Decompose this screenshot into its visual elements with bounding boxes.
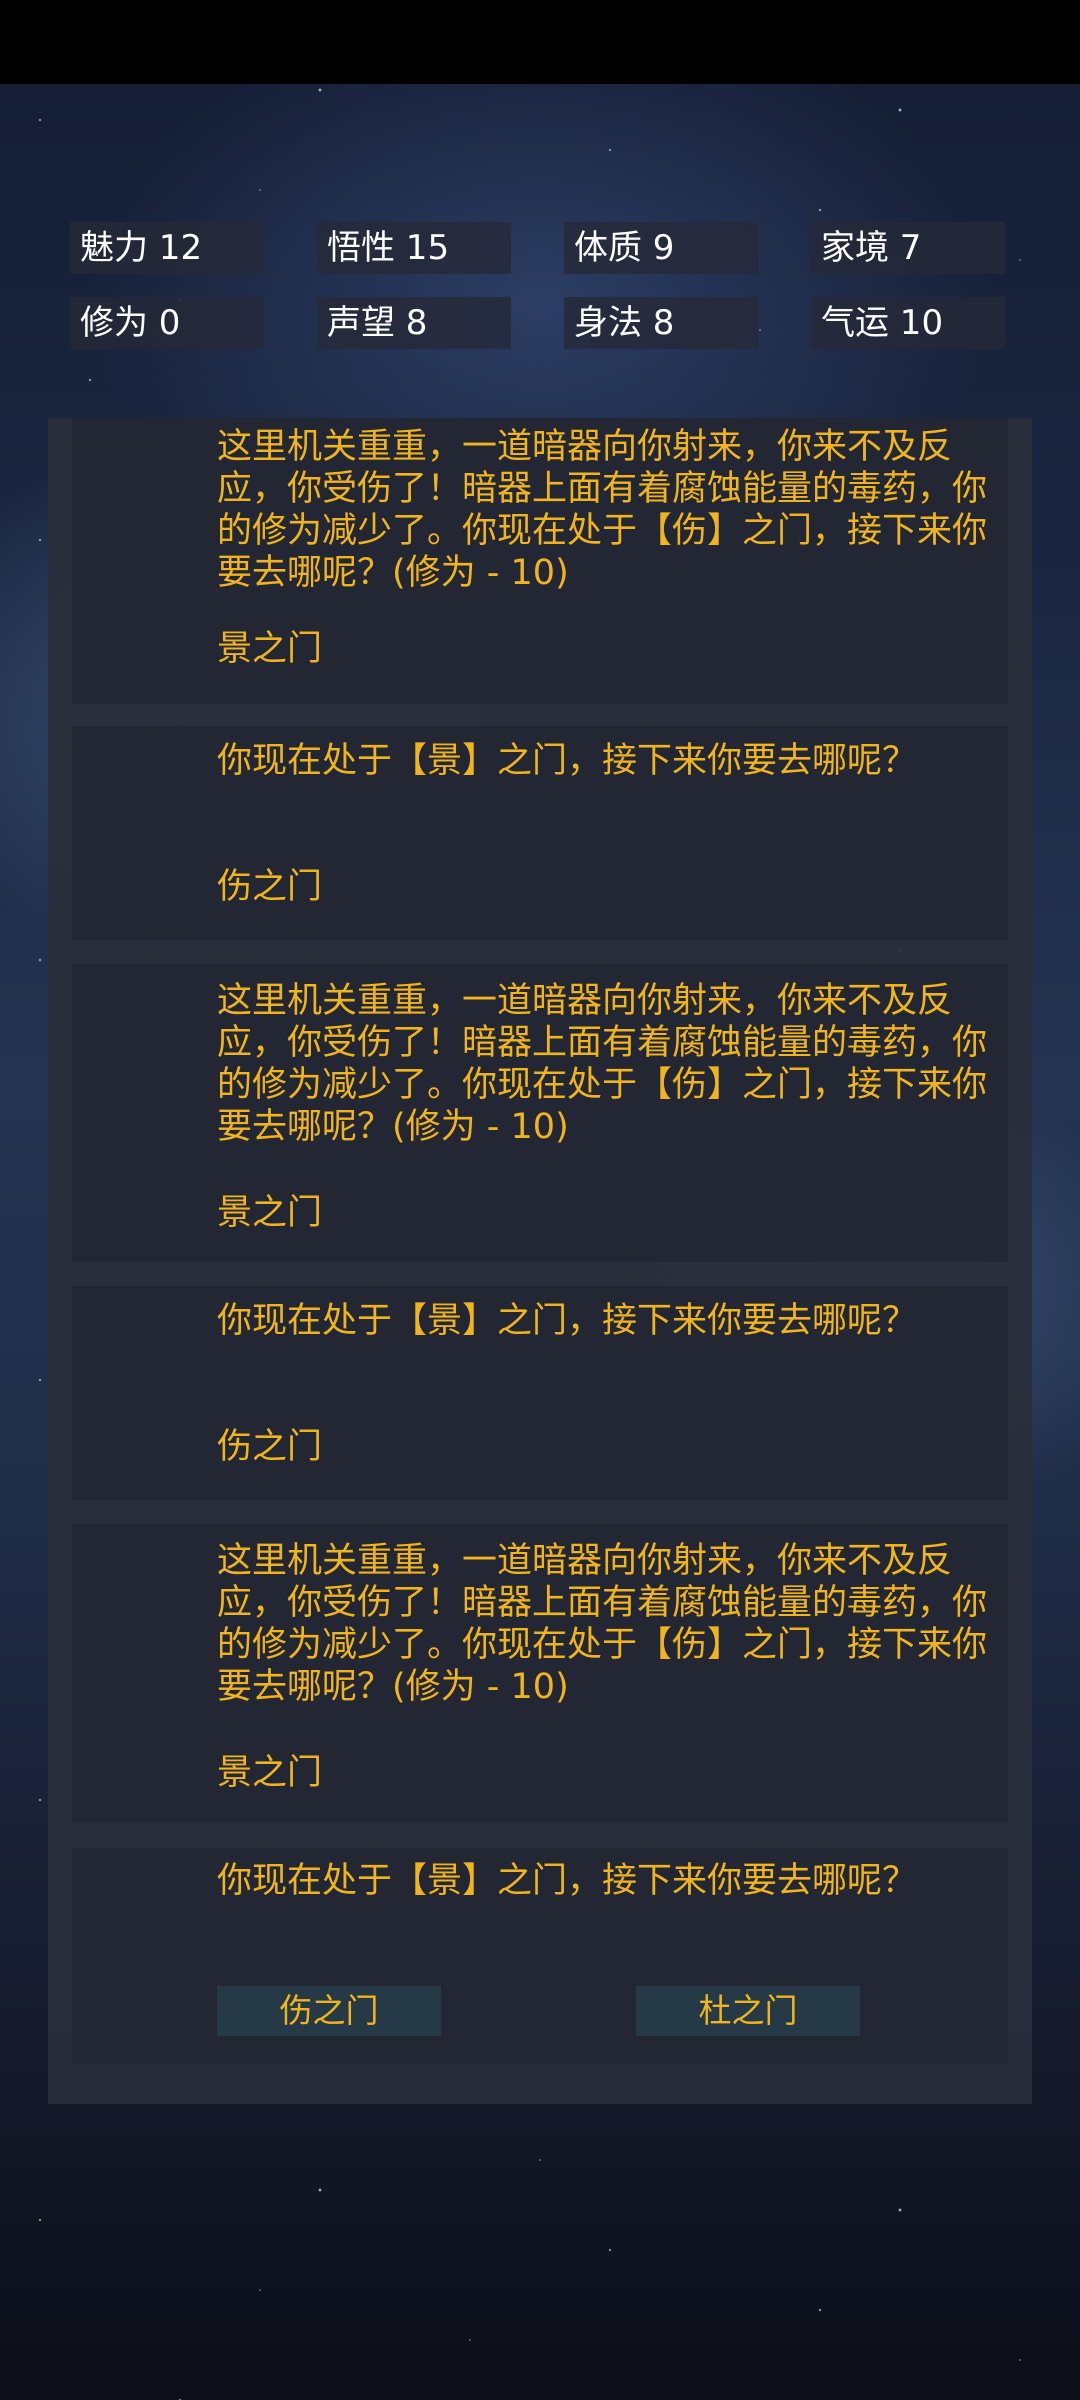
log-entry-text: 这里机关重重，一道暗器向你射来，你来不及反应，你受伤了！暗器上面有着腐蚀能量的毒…	[217, 427, 988, 593]
log-entry-choice: 景之门	[217, 1753, 323, 1793]
log-entry: 你现在处于【景】之门，接下来你要去哪呢？ 伤之门	[72, 1286, 1008, 1500]
log-entry-text: 这里机关重重，一道暗器向你射来，你来不及反应，你受伤了！暗器上面有着腐蚀能量的毒…	[217, 981, 988, 1147]
stat-reputation: 声望 8	[317, 297, 511, 349]
log-entry-choice: 伤之门	[217, 867, 323, 907]
log-entry-choice: 景之门	[217, 629, 323, 669]
log-entry-text: 你现在处于【景】之门，接下来你要去哪呢？	[217, 741, 918, 781]
stat-family: 家境 7	[811, 222, 1005, 274]
log-entry: 你现在处于【景】之门，接下来你要去哪呢？ 伤之门	[72, 726, 1008, 940]
choice-button-shang[interactable]: 伤之门	[217, 1986, 441, 2036]
log-entry: 这里机关重重，一道暗器向你射来，你来不及反应，你受伤了！暗器上面有着腐蚀能量的毒…	[72, 418, 1008, 704]
event-log-panel[interactable]: 这里机关重重，一道暗器向你射来，你来不及反应，你受伤了！暗器上面有着腐蚀能量的毒…	[48, 418, 1032, 2104]
log-entry: 这里机关重重，一道暗器向你射来，你来不及反应，你受伤了！暗器上面有着腐蚀能量的毒…	[72, 1524, 1008, 1822]
log-entry-choice: 景之门	[217, 1193, 323, 1233]
stat-luck: 气运 10	[811, 297, 1005, 349]
log-entry-text: 这里机关重重，一道暗器向你射来，你来不及反应，你受伤了！暗器上面有着腐蚀能量的毒…	[217, 1541, 988, 1707]
stat-agility: 身法 8	[564, 297, 758, 349]
current-event: 你现在处于【景】之门，接下来你要去哪呢？ 伤之门 杜之门	[72, 1848, 1008, 2064]
log-entry-choice: 伤之门	[217, 1427, 323, 1467]
log-entry-text: 你现在处于【景】之门，接下来你要去哪呢？	[217, 1301, 918, 1341]
stat-comprehension: 悟性 15	[317, 222, 511, 274]
status-bar	[0, 0, 1080, 84]
stat-constitution: 体质 9	[564, 222, 758, 274]
log-entry: 这里机关重重，一道暗器向你射来，你来不及反应，你受伤了！暗器上面有着腐蚀能量的毒…	[72, 964, 1008, 1262]
current-event-text: 你现在处于【景】之门，接下来你要去哪呢？	[217, 1861, 918, 1901]
stat-charm: 魅力 12	[70, 222, 264, 274]
choice-button-du[interactable]: 杜之门	[636, 1986, 860, 2036]
stat-cultivation: 修为 0	[70, 297, 264, 349]
